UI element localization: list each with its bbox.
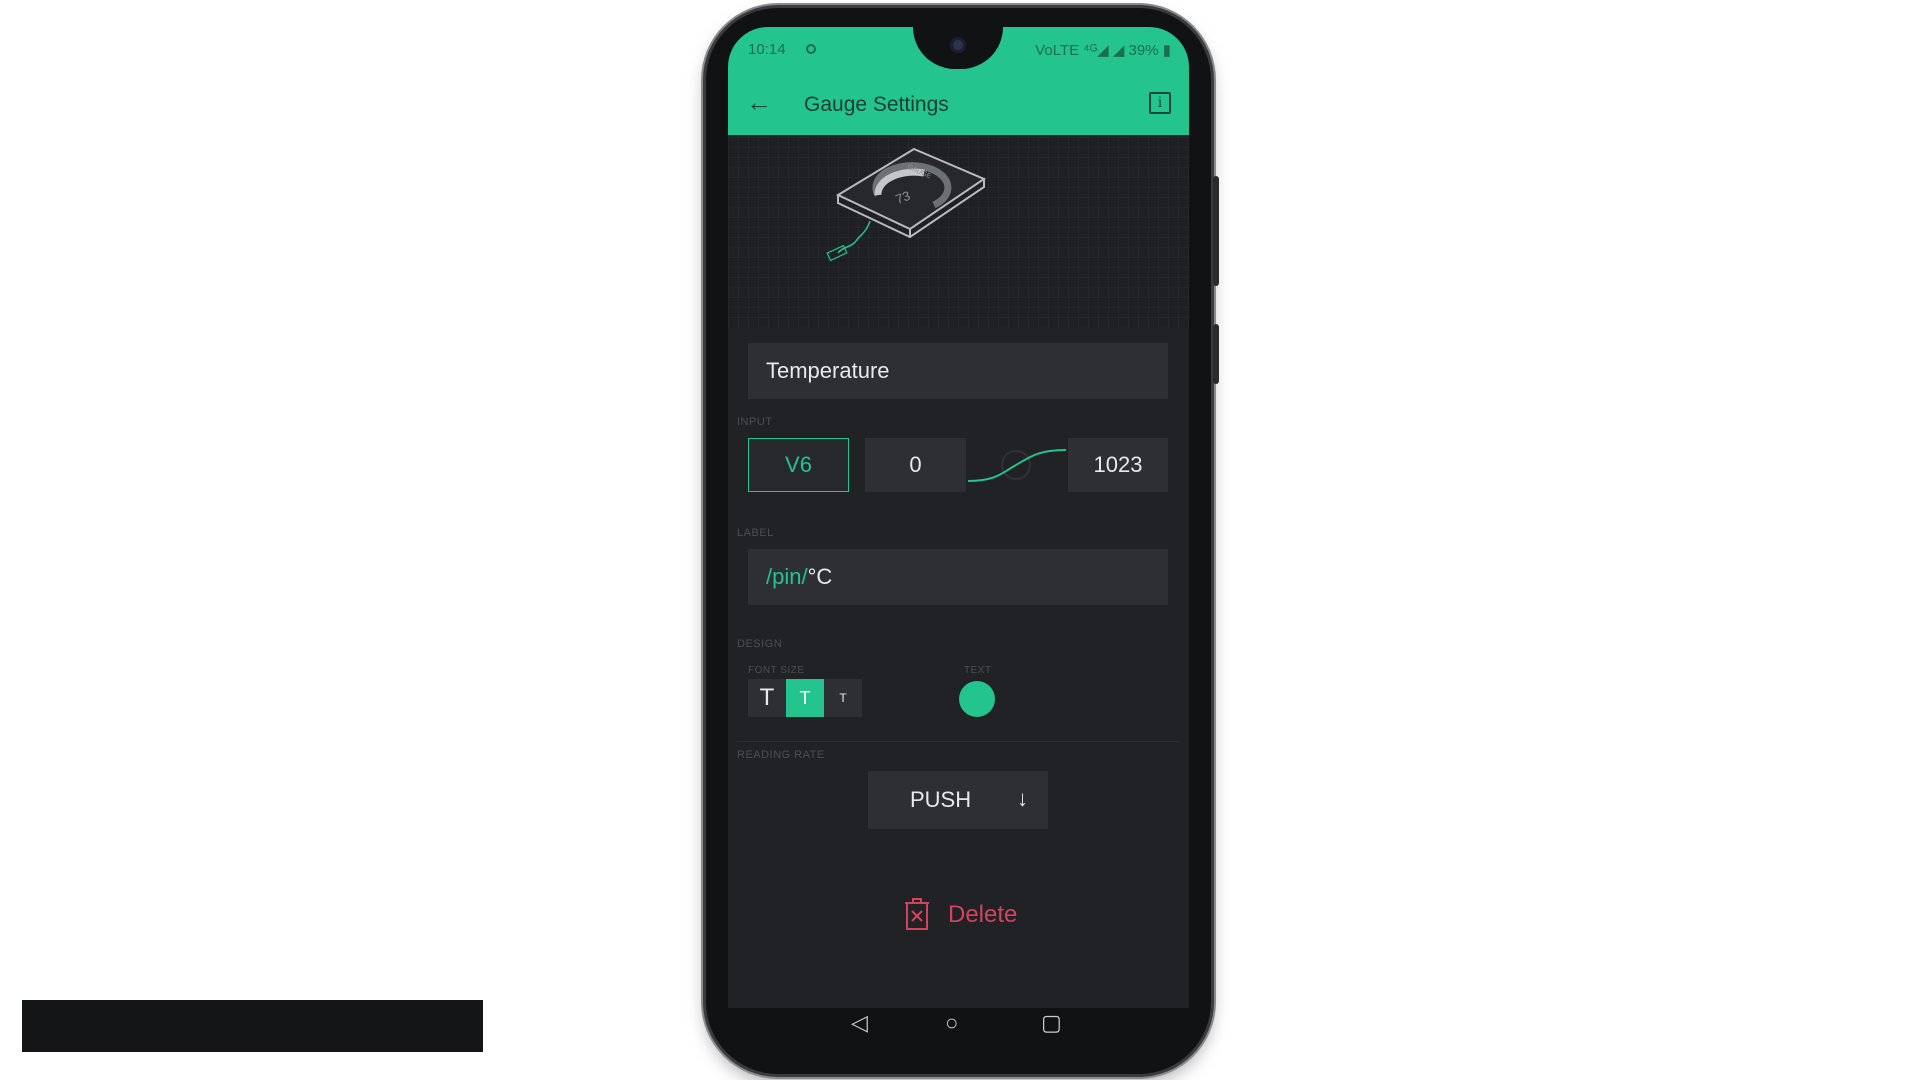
back-arrow-icon[interactable]: ← bbox=[746, 87, 772, 118]
trash-icon bbox=[905, 898, 929, 930]
input-max-field[interactable]: 1023 bbox=[1068, 438, 1168, 492]
text-color-picker[interactable] bbox=[959, 681, 995, 717]
reading-rate-dropdown[interactable]: PUSH ↓ bbox=[868, 771, 1048, 829]
record-icon bbox=[806, 44, 816, 54]
font-size-small-button[interactable]: T bbox=[824, 679, 862, 717]
label-section-label: LABEL bbox=[737, 527, 774, 539]
app-screen: 10:14 VoLTE ⁴ᴳ◢ ◢ 39% ▮ ← Gauge Settings… bbox=[728, 27, 1189, 1008]
reading-rate-label: READING RATE bbox=[737, 749, 825, 761]
status-icons: VoLTE ⁴ᴳ◢ ◢ 39% ▮ bbox=[1035, 42, 1171, 59]
nav-back-icon[interactable]: ◁ bbox=[851, 1010, 868, 1036]
power-button bbox=[1213, 324, 1219, 384]
pin-select-button[interactable]: V6 bbox=[748, 438, 849, 492]
page-title: Gauge Settings bbox=[804, 93, 949, 116]
font-size-medium-button[interactable]: T bbox=[786, 679, 824, 717]
text-color-label: TEXT bbox=[964, 665, 992, 676]
label-unit: °C bbox=[807, 564, 833, 589]
widget-illustration: 73 GAUGE bbox=[728, 137, 1189, 327]
info-icon[interactable]: i bbox=[1149, 92, 1171, 114]
app-bar: ← Gauge Settings i bbox=[728, 73, 1189, 135]
system-nav-bar bbox=[22, 1000, 483, 1052]
widget-name-value: Temperature bbox=[766, 358, 890, 383]
volume-button bbox=[1213, 176, 1219, 286]
arrow-down-icon: ↓ bbox=[1017, 786, 1028, 811]
reading-rate-value: PUSH bbox=[910, 787, 972, 812]
nav-home-icon[interactable]: ○ bbox=[945, 1010, 958, 1036]
label-value: /pin/°C bbox=[766, 564, 832, 590]
camera-icon bbox=[950, 37, 966, 53]
label-input[interactable]: /pin/°C bbox=[748, 549, 1168, 605]
label-pin-token: /pin/ bbox=[766, 564, 808, 589]
phone-frame: 10:14 VoLTE ⁴ᴳ◢ ◢ 39% ▮ ← Gauge Settings… bbox=[706, 8, 1219, 1074]
gauge-widget-icon: 73 GAUGE bbox=[826, 147, 987, 262]
status-time: 10:14 bbox=[748, 41, 786, 58]
font-size-large-button[interactable]: T bbox=[748, 679, 786, 717]
mapping-curve-icon bbox=[967, 449, 1067, 482]
nav-recents-icon[interactable]: ▢ bbox=[1041, 1010, 1062, 1036]
design-section-label: DESIGN bbox=[737, 638, 783, 650]
widget-name-input[interactable]: Temperature bbox=[748, 343, 1168, 399]
font-size-label: FONT SIZE bbox=[748, 665, 805, 676]
input-section-label: INPUT bbox=[737, 416, 773, 428]
delete-label: Delete bbox=[948, 901, 1018, 928]
section-divider bbox=[737, 741, 1180, 742]
input-min-field[interactable]: 0 bbox=[865, 438, 966, 492]
